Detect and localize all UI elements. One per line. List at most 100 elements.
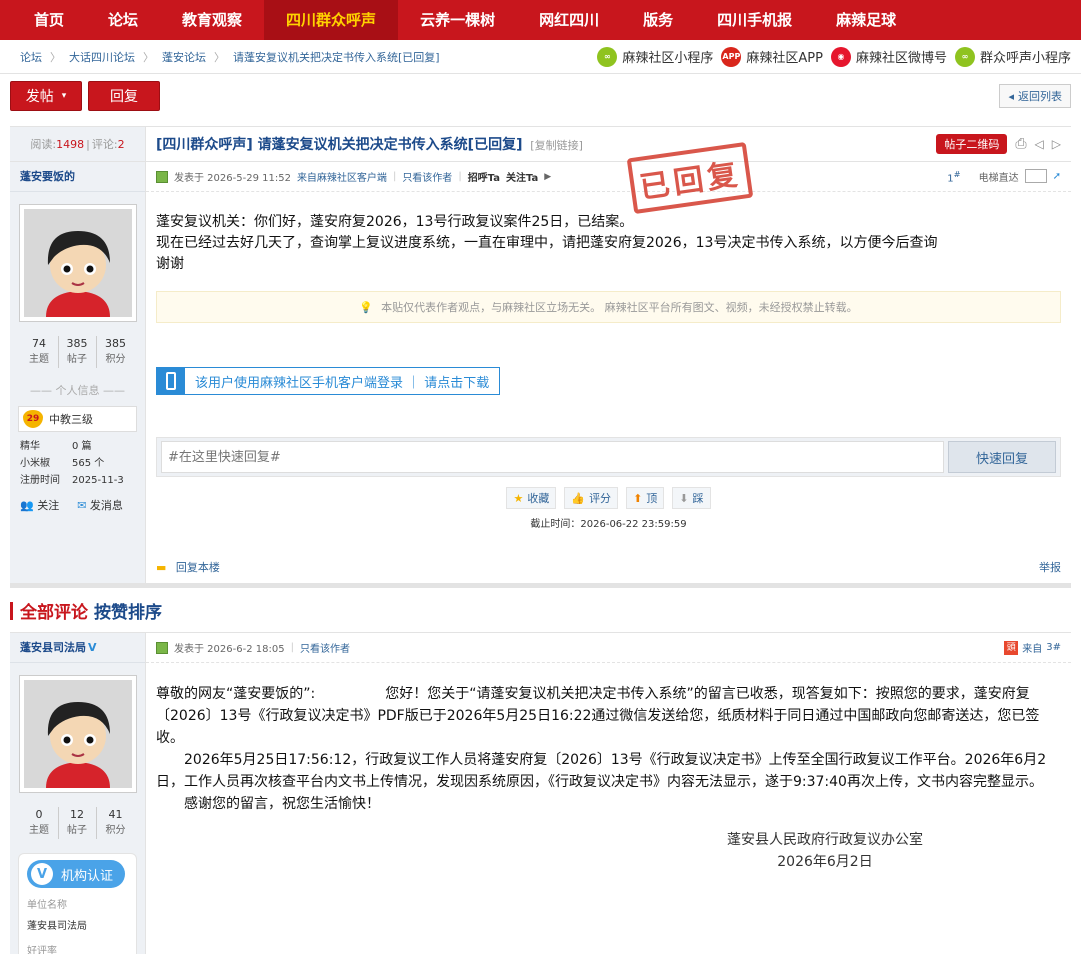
stat-value: 385 (105, 337, 126, 350)
org-certification: V 机构认证 单位名称 蓬安县司法局 好评率 (18, 853, 137, 954)
quick-reply-button[interactable]: 快速回复 (948, 441, 1056, 473)
nav-item-4[interactable]: 云养一棵树 (398, 0, 517, 40)
stat-threads[interactable]: 0 主题 (21, 807, 59, 839)
app-link[interactable]: APP 麻辣社区APP (721, 46, 823, 67)
post-floor-3: 蓬安县司法局 V 0 主题 12 帖子 41 积分 V 机构认证 单位名称 蓬安… (10, 632, 1071, 954)
unit-value: 蓬安县司法局 (27, 921, 87, 932)
weibo-label: 麻辣社区微博号 (855, 51, 947, 66)
back-to-list-button[interactable]: ◂ 返回列表 (999, 84, 1071, 108)
info-value: 565 个 (72, 458, 105, 469)
only-author-link[interactable]: 只看该作者 (402, 169, 452, 184)
post-time: 发表于 2026-5-29 11:52 (174, 173, 291, 184)
rate-button[interactable]: 👍 评分 (564, 487, 619, 509)
info-value: 0 篇 (72, 441, 92, 452)
caret-down-icon: ▾ (61, 91, 67, 101)
downvote-button[interactable]: ⬇ 踩 (672, 487, 711, 509)
nav-item-3[interactable]: 四川群众呼声 (264, 0, 399, 40)
arrow-down-icon: ⬇ (679, 491, 689, 505)
online-status-icon (156, 170, 168, 183)
client-link[interactable]: 来自麻辣社区客户端 (297, 169, 387, 184)
sort-by-likes[interactable]: 按赞排序 (94, 598, 162, 623)
unit-label: 单位名称 (27, 900, 67, 911)
signature: 蓬安县人民政府行政复议办公室 2026年6月2日 (146, 829, 1071, 873)
qr-code-button[interactable]: 帖子二维码 (936, 134, 1008, 154)
mini-program-link[interactable]: ∞ 麻辣社区小程序 (597, 46, 713, 67)
stat-label: 主题 (29, 354, 49, 365)
info-key: 小米椒 (20, 458, 50, 469)
reply-button[interactable]: 回复 (88, 81, 160, 111)
stat-posts[interactable]: 385 帖子 (59, 336, 97, 368)
reply-paragraph: 2026年5月25日17:56:12，行政复议工作人员将蓬安府复〔2026〕13… (156, 752, 1047, 790)
only-author-link[interactable]: 只看该作者 (300, 640, 350, 655)
nav-item-7[interactable]: 四川手机报 (695, 0, 814, 40)
author-stats: 74 主题 385 帖子 385 积分 (10, 336, 145, 368)
stat-value: 385 (66, 337, 88, 350)
breadcrumb-sichuan[interactable]: 大话四川论坛 (69, 49, 135, 65)
author-name[interactable]: 蓬安要饭的 (10, 162, 145, 192)
greet-link[interactable]: 招呼Ta (468, 169, 500, 184)
thread-title: [四川群众呼声] 请蓬安复议机关把决定书传入系统[已回复] (156, 137, 523, 153)
follow-ta-link[interactable]: 关注Ta (506, 169, 538, 184)
app-download-banner[interactable]: 该用户使用麻辣社区手机客户端登录 ｜ 请点击下载 (156, 367, 501, 395)
reply-floor-link[interactable]: ▬ 回复本楼 (156, 559, 220, 575)
nav-item-1[interactable]: 论坛 (86, 0, 160, 40)
upvote-button[interactable]: ⬆ 顶 (626, 487, 665, 509)
nav-item-5[interactable]: 网红四川 (517, 0, 621, 40)
nav-item-8[interactable]: 麻辣足球 (814, 0, 918, 40)
go-icon[interactable]: ➚ (1053, 171, 1061, 182)
stat-points[interactable]: 41 积分 (97, 807, 135, 839)
report-link[interactable]: 举报 (1039, 559, 1061, 575)
cert-label: 机构认证 (61, 868, 114, 884)
print-icon[interactable]: ⎙ (1015, 136, 1026, 152)
caret-right-icon[interactable]: ▶ (544, 172, 551, 182)
author-name[interactable]: 蓬安县司法局 V (10, 633, 145, 663)
top-nav: 首页 论坛 教育观察 四川群众呼声 云养一棵树 网红四川 版务 四川手机报 麻辣足球 (0, 0, 1081, 40)
post-content: 蓬安复议机关：你们好，蓬安府复2026，13号行政复议案件25日，已结案。 现在… (146, 192, 1071, 275)
upvote-label: 顶 (646, 492, 658, 505)
speech-bubble-icon: ▬ (156, 561, 167, 574)
post-footer: ▬ 回复本楼 举报 (156, 559, 1061, 575)
all-comments-label[interactable]: 全部评论 (20, 598, 88, 623)
avatar[interactable] (18, 204, 137, 322)
voice-mini-link[interactable]: ∞ 群众呼声小程序 (954, 46, 1071, 67)
nav-item-6[interactable]: 版务 (621, 0, 695, 40)
favorite-button[interactable]: ★ 收藏 (506, 487, 557, 509)
next-thread-icon[interactable]: ▷ (1052, 137, 1061, 151)
thread-title-row: 阅读: 1498 | 评论: 2 [四川群众呼声] 请蓬安复议机关把决定书传入系… (10, 126, 1071, 162)
quick-reply-input[interactable] (161, 441, 944, 473)
new-post-label: 发帖 (25, 89, 54, 105)
breadcrumb-pengan[interactable]: 蓬安论坛 (162, 49, 206, 65)
avatar-image (23, 209, 132, 317)
stat-value: 0 (35, 808, 43, 821)
stat-label: 帖子 (67, 354, 87, 365)
post-actions: ★ 收藏 👍 评分 ⬆ 顶 ⬇ 踩 (146, 487, 1071, 509)
avatar[interactable] (18, 675, 137, 793)
stat-threads[interactable]: 74 主题 (21, 336, 59, 368)
send-message-button[interactable]: ✉ 发消息 (77, 497, 123, 513)
post-time: 发表于 2026-6-2 18:05 (174, 644, 285, 655)
rate-label: 评分 (589, 492, 612, 505)
avatar-image (23, 680, 132, 788)
prev-thread-icon[interactable]: ◁ (1035, 137, 1044, 151)
nav-item-2[interactable]: 教育观察 (160, 0, 264, 40)
elevator-input[interactable] (1024, 169, 1047, 184)
reply-paragraph: 尊敬的网友“蓬安要饭的”: 您好！您关于“请蓬安复议机关把决定书传入系统”的留言… (156, 686, 1040, 746)
weibo-icon: ◉ (830, 46, 851, 67)
copy-link[interactable]: [复制链接] (530, 139, 583, 152)
lightbulb-icon: 💡 (359, 300, 374, 314)
from-label: 来自 (1022, 644, 1043, 655)
breadcrumb-forum[interactable]: 论坛 (20, 49, 42, 65)
comments-label: 评论: (91, 138, 118, 151)
breadcrumb-thread[interactable]: 请蓬安复议机关把决定书传入系统[已回复] (233, 49, 440, 65)
content-line: 现在已经过去好几天了，查询掌上复议进度系统，一直在审理中，请把蓬安府复2026，… (156, 235, 938, 251)
stat-posts[interactable]: 12 帖子 (59, 807, 97, 839)
new-post-button[interactable]: 发帖 ▾ (10, 81, 82, 111)
follow-button[interactable]: 👥 关注 (20, 497, 59, 513)
stat-points[interactable]: 385 积分 (97, 336, 135, 368)
nav-item-0[interactable]: 首页 (12, 0, 86, 40)
downvote-label: 踩 (692, 492, 704, 505)
notice-text: 本贴仅代表作者观点，与麻辣社区立场无关。 麻辣社区平台所有图文、视频，未经授权禁… (381, 301, 858, 314)
weibo-link[interactable]: ◉ 麻辣社区微博号 (830, 46, 947, 67)
chevron-left-icon: ◂ (1008, 89, 1014, 103)
info-essence: 精华 0 篇 (10, 438, 145, 455)
